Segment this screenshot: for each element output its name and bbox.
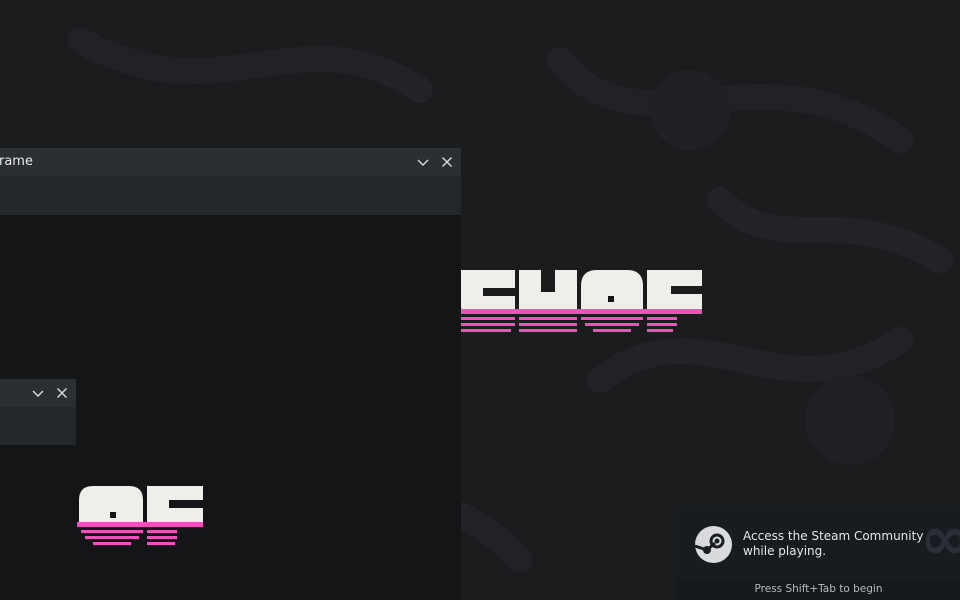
- steam-notification[interactable]: ∞ Access the Steam Community while playi…: [677, 510, 960, 600]
- desktop: { "windows": { "main": { "title_fragment…: [0, 0, 960, 600]
- close-icon[interactable]: [439, 154, 455, 170]
- game-logo-small: [77, 486, 203, 545]
- chevron-down-icon[interactable]: [415, 154, 431, 170]
- close-icon[interactable]: [54, 385, 70, 401]
- game-logo-large: [461, 270, 702, 332]
- secondary-window-toolbar: [0, 407, 76, 445]
- secondary-window-titlebar[interactable]: [0, 379, 76, 407]
- notification-hint: Press Shift+Tab to begin: [754, 583, 883, 595]
- main-window-toolbar: [0, 176, 461, 215]
- chevron-down-icon[interactable]: [30, 385, 46, 401]
- notification-message: Access the Steam Community while playing…: [743, 529, 924, 558]
- main-window-titlebar[interactable]: rame: [0, 148, 461, 176]
- secondary-window: [0, 379, 76, 600]
- window-title: rame: [0, 154, 33, 169]
- steam-logo-icon: [694, 526, 732, 563]
